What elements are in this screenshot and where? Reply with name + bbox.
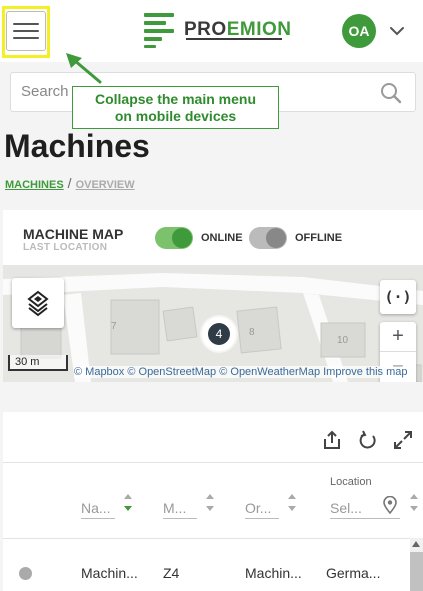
table-cell-location: Germa... (326, 565, 381, 581)
cluster-count: 4 (208, 323, 230, 345)
column-header-organization[interactable]: Or... (245, 500, 279, 519)
map-card-title: MACHINE MAP (23, 226, 124, 242)
sort-icon[interactable] (408, 490, 420, 516)
hamburger-line (13, 23, 39, 25)
search-icon[interactable] (379, 81, 403, 105)
breadcrumb-overview[interactable]: OVERVIEW (76, 179, 135, 191)
zoom-in-button[interactable]: + (380, 322, 416, 352)
map-house-number: 7 (111, 321, 117, 332)
tooltip-line-2: on mobile devices (114, 108, 237, 124)
chevron-down-icon[interactable] (388, 22, 406, 40)
sort-icon[interactable] (122, 490, 134, 516)
logo-underline (186, 38, 282, 40)
location-pin-icon[interactable] (382, 496, 398, 514)
machine-map[interactable]: 7 8 10 4 (·) + − 30 m © Mapbox © OpenStr… (3, 265, 423, 382)
layers-icon (27, 290, 49, 317)
scrollbar-thumb[interactable] (410, 552, 423, 591)
map-house-number: 10 (337, 335, 349, 346)
tooltip-arrow-icon (66, 53, 102, 84)
scroll-up-arrow-icon[interactable] (412, 541, 420, 547)
table-scrollbar[interactable] (410, 538, 423, 591)
header-divider (3, 538, 423, 539)
geolocate-button[interactable]: (·) (380, 280, 416, 314)
sort-icon[interactable] (286, 490, 298, 516)
breadcrumb-separator: / (67, 175, 72, 191)
offline-toggle-label: OFFLINE (295, 232, 343, 244)
machine-cluster-marker[interactable]: 4 (202, 317, 236, 351)
hamburger-line (13, 37, 39, 39)
refresh-icon[interactable] (358, 430, 378, 450)
sort-icon[interactable] (204, 490, 216, 516)
online-toggle[interactable] (155, 227, 193, 249)
toggle-knob (266, 228, 286, 248)
page-title: Machines (4, 128, 150, 164)
status-offline-indicator (19, 567, 32, 580)
toggle-knob (172, 228, 192, 248)
tooltip-line-1: Collapse the main menu (94, 91, 257, 107)
location-select-value: Sel... (330, 500, 362, 516)
offline-toggle[interactable] (249, 227, 287, 249)
table-cell-organization: Machin... (245, 565, 302, 581)
map-attribution[interactable]: © Mapbox © OpenStreetMap © OpenWeatherMa… (74, 366, 408, 378)
toolbar-divider (3, 462, 423, 463)
proemion-logo[interactable]: PROEMION (144, 12, 291, 48)
map-scale: 30 m (8, 355, 68, 371)
table-cell-name[interactable]: Machin... (81, 565, 138, 581)
fullscreen-icon[interactable] (393, 430, 413, 450)
breadcrumb-machines[interactable]: MACHINES (5, 179, 64, 191)
breadcrumb: MACHINES / OVERVIEW (5, 175, 135, 191)
table-cell-model: Z4 (163, 565, 180, 581)
main-menu-button[interactable] (6, 11, 46, 51)
map-house-number: 8 (249, 327, 255, 338)
column-header-name[interactable]: Na... (81, 500, 115, 519)
machine-map-card: MACHINE MAP LAST LOCATION ONLINE OFFLINE… (3, 210, 423, 382)
menu-tooltip: Collapse the main menu on mobile devices (72, 86, 279, 129)
map-card-subtitle: LAST LOCATION (23, 242, 108, 253)
online-toggle-label: ONLINE (201, 232, 243, 244)
logo-mark-icon (144, 12, 176, 48)
export-icon[interactable] (322, 430, 342, 450)
column-header-model[interactable]: M... (163, 500, 197, 519)
user-avatar[interactable]: OA (342, 14, 376, 48)
map-layers-button[interactable] (12, 278, 64, 328)
hamburger-line (13, 30, 39, 32)
location-filter-label: Location (330, 476, 372, 488)
machines-table-card: Location Na... M... Or... Sel... Machin.… (3, 412, 423, 591)
